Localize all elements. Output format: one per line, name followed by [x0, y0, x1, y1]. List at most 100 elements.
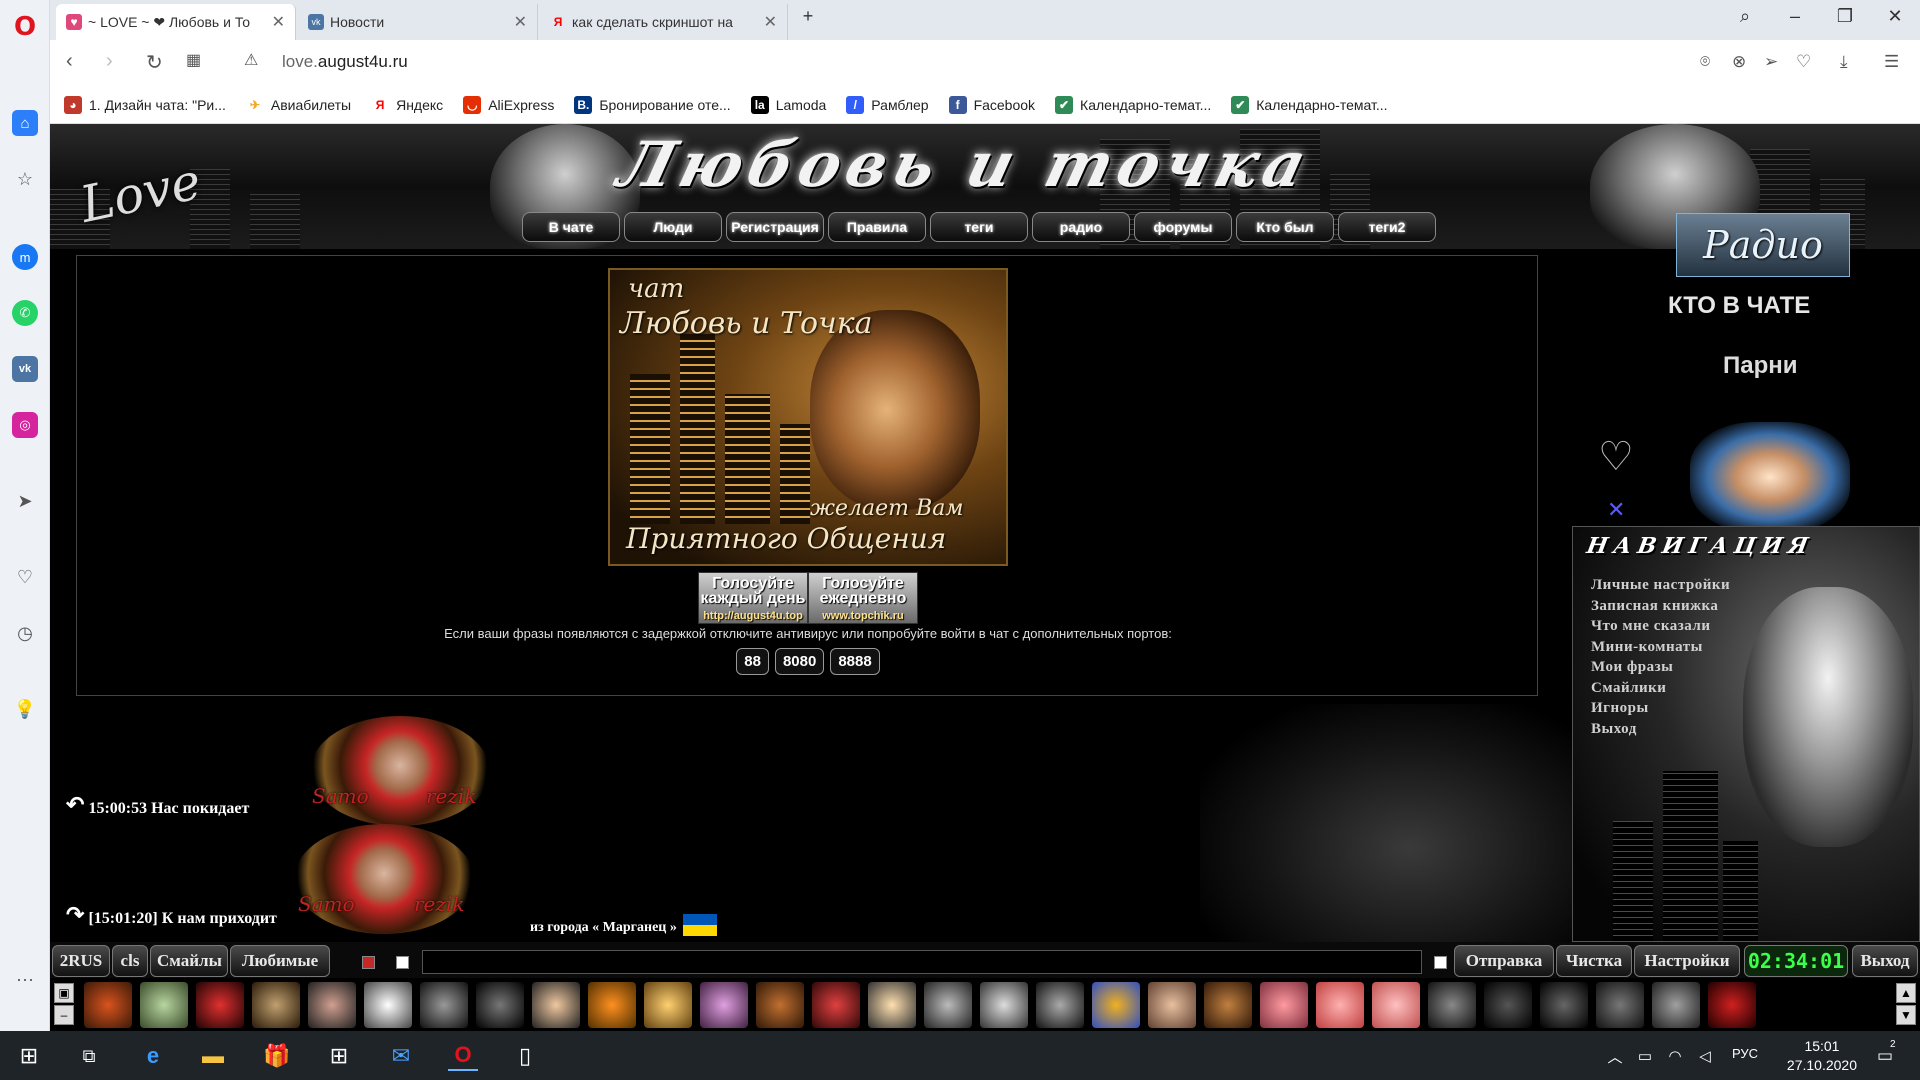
nav-notebook[interactable]: Записная книжка: [1591, 596, 1730, 617]
nav-forums[interactable]: форумы: [1134, 212, 1232, 242]
nav-my-phrases[interactable]: Мои фразы: [1591, 657, 1730, 678]
nav-radio[interactable]: радио: [1032, 212, 1130, 242]
nav-registration[interactable]: Регистрация: [726, 212, 824, 242]
port-button[interactable]: 8080: [774, 648, 825, 675]
tabs-grid-icon[interactable]: ▦: [186, 50, 201, 70]
bookmarks-star-icon[interactable]: ☆: [12, 166, 38, 192]
option-checkbox[interactable]: [396, 956, 409, 969]
smile-image[interactable]: [1372, 982, 1420, 1028]
close-icon[interactable]: ✕: [764, 12, 777, 32]
tab-screenshot[interactable]: Я как сделать скриншот на ✕: [540, 4, 788, 40]
bookmark-calendar-2[interactable]: ✔ Календарно-темат...: [1231, 95, 1388, 114]
nav-mini-rooms[interactable]: Мини-комнаты: [1591, 637, 1730, 658]
nav-personal-settings[interactable]: Личные настройки: [1591, 575, 1730, 596]
message-input[interactable]: [422, 950, 1422, 974]
nav-who-was[interactable]: Кто был: [1236, 212, 1334, 242]
battery-icon[interactable]: ▭: [1630, 1041, 1660, 1071]
shield-icon[interactable]: ⊗: [1732, 52, 1746, 72]
opera-taskbar-icon[interactable]: O: [448, 1041, 478, 1071]
smile-image[interactable]: [1428, 982, 1476, 1028]
vk-icon[interactable]: vk: [12, 356, 38, 382]
send-button[interactable]: Отправка: [1454, 945, 1554, 977]
nav-tags2[interactable]: теги2: [1338, 212, 1436, 242]
bookmark-aliexpress[interactable]: ◡ AliExpress: [463, 95, 554, 114]
restore-icon[interactable]: ❐: [1825, 6, 1865, 27]
smile-image[interactable]: [644, 982, 692, 1028]
smile-image[interactable]: [700, 982, 748, 1028]
smile-image[interactable]: [252, 982, 300, 1028]
collapse-icon[interactable]: –: [54, 1005, 74, 1025]
nav-people[interactable]: Люди: [624, 212, 722, 242]
smile-image[interactable]: [84, 982, 132, 1028]
smile-image[interactable]: [1316, 982, 1364, 1028]
smile-image[interactable]: [812, 982, 860, 1028]
smile-image[interactable]: [140, 982, 188, 1028]
clear-button[interactable]: Чистка: [1556, 945, 1632, 977]
vote-button-topchik[interactable]: Голосуйте ежедневно www.topchik.ru: [808, 572, 918, 624]
tab-love[interactable]: ♥ ~ LOVE ~ ❤ Любовь и То ✕: [56, 4, 296, 40]
nav-what-said[interactable]: Что мне сказали: [1591, 616, 1730, 637]
smile-image[interactable]: [532, 982, 580, 1028]
smile-image[interactable]: [364, 982, 412, 1028]
send-icon[interactable]: ➤: [12, 488, 38, 514]
smile-image[interactable]: [420, 982, 468, 1028]
forward-icon[interactable]: ›: [106, 50, 113, 73]
smile-image[interactable]: [1652, 982, 1700, 1028]
bookmark-lamoda[interactable]: la Lamoda: [750, 95, 826, 114]
private-checkbox[interactable]: [1434, 956, 1447, 969]
tray-chevron-icon[interactable]: ︿: [1600, 1041, 1630, 1071]
smile-image[interactable]: [1708, 982, 1756, 1028]
windows-start-icon[interactable]: ⊞: [14, 1041, 44, 1071]
clock[interactable]: 15:01 27.10.2020: [1787, 1037, 1857, 1075]
opera-menu-icon[interactable]: O: [12, 12, 38, 42]
search-icon[interactable]: ⌕: [1725, 6, 1765, 27]
bookmark-yandex[interactable]: Я Яндекс: [371, 96, 443, 114]
new-tab-icon[interactable]: +: [788, 6, 828, 27]
warning-icon[interactable]: ⚠: [244, 50, 258, 70]
wifi-icon[interactable]: ◠: [1660, 1041, 1690, 1071]
language-indicator[interactable]: РУС: [1732, 1046, 1758, 1061]
home-icon[interactable]: ⌂: [12, 110, 38, 136]
document-icon[interactable]: ▯: [510, 1041, 540, 1071]
url-field[interactable]: love.august4u.ru: [282, 52, 408, 72]
bookmark-calendar-1[interactable]: ✔ Календарно-темат...: [1055, 95, 1211, 114]
reload-icon[interactable]: ↻: [146, 50, 163, 75]
more-dots-icon[interactable]: ···: [12, 966, 38, 992]
heart-icon[interactable]: ♡: [12, 564, 38, 590]
smile-image[interactable]: [980, 982, 1028, 1028]
close-icon[interactable]: ✕: [514, 12, 527, 32]
smile-image[interactable]: [588, 982, 636, 1028]
history-clock-icon[interactable]: ◷: [12, 620, 38, 646]
nav-tags[interactable]: теги: [930, 212, 1028, 242]
bookmark-design[interactable]: ◕ 1. Дизайн чата: "Ри...: [64, 95, 226, 114]
port-button[interactable]: 88: [736, 648, 769, 675]
instagram-icon[interactable]: ◎: [12, 412, 38, 438]
easy-setup-icon[interactable]: ☰: [1884, 52, 1899, 72]
favorites-button[interactable]: Любимые: [230, 945, 330, 977]
scroll-up-icon[interactable]: ▲: [1896, 983, 1916, 1003]
smile-image[interactable]: [308, 982, 356, 1028]
nav-in-chat[interactable]: В чате: [522, 212, 620, 242]
whatsapp-icon[interactable]: ✆: [12, 300, 38, 326]
file-explorer-icon[interactable]: ▬: [198, 1041, 228, 1071]
lightbulb-icon[interactable]: 💡: [12, 696, 38, 722]
avatar-samorezik[interactable]: [294, 824, 474, 934]
online-user-photo[interactable]: [1690, 422, 1850, 532]
expand-icon[interactable]: ▣: [54, 983, 74, 1003]
translit-button[interactable]: 2RUS: [52, 945, 110, 977]
share-icon[interactable]: ➢: [1764, 52, 1778, 72]
smile-image[interactable]: [1036, 982, 1084, 1028]
back-icon[interactable]: ‹: [66, 50, 73, 73]
port-button[interactable]: 8888: [830, 648, 880, 675]
smile-image[interactable]: [1596, 982, 1644, 1028]
close-window-icon[interactable]: ✕: [1875, 6, 1915, 27]
camera-icon[interactable]: ⌾: [1700, 52, 1710, 72]
messenger-icon[interactable]: m: [12, 244, 38, 270]
settings-button[interactable]: Настройки: [1634, 945, 1740, 977]
smile-image[interactable]: [1148, 982, 1196, 1028]
heart-outline-icon[interactable]: ♡: [1796, 52, 1811, 72]
nav-smiles[interactable]: Смайлики: [1591, 678, 1730, 699]
nav-ignores[interactable]: Игноры: [1591, 698, 1730, 719]
store-icon[interactable]: ⊞: [324, 1041, 354, 1071]
smile-image[interactable]: [476, 982, 524, 1028]
